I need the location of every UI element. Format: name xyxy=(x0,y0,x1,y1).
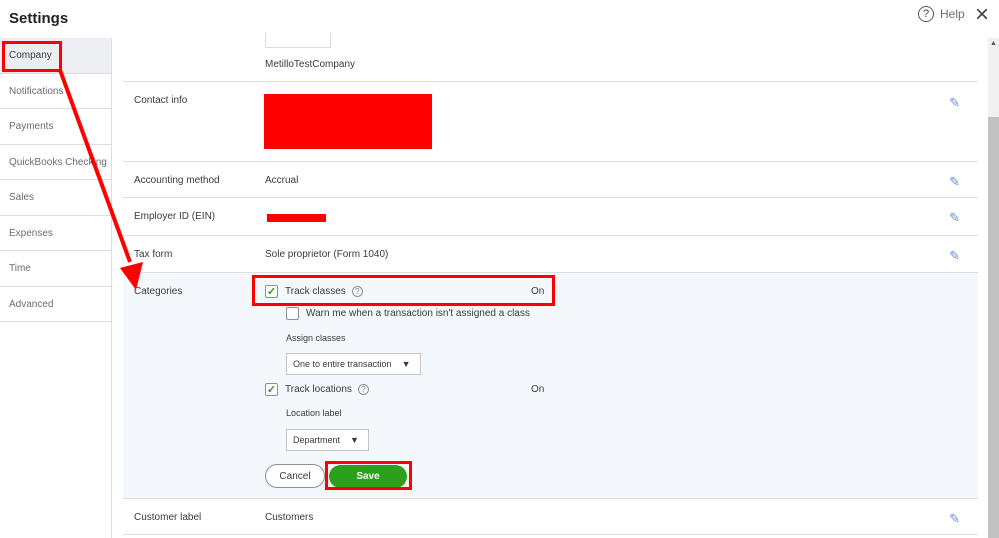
annotation-arrow xyxy=(58,69,143,290)
